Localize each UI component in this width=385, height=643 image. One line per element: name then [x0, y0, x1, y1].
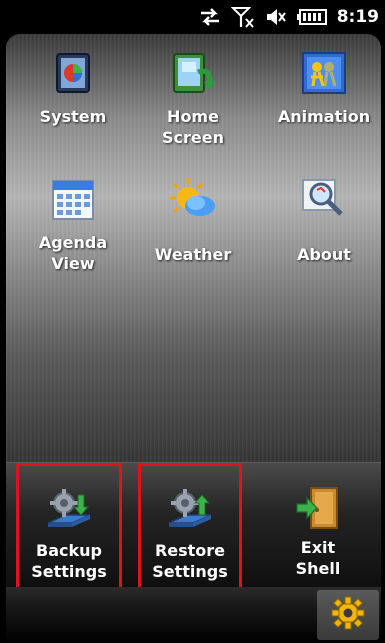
grid-item-animation[interactable]: Animation [264, 48, 381, 127]
grid-item-label: System [39, 107, 107, 126]
bottom-bar [6, 587, 381, 643]
backup-settings-icon [44, 486, 94, 536]
dock-item-label: Exit Shell [295, 538, 341, 578]
about-magnifier-icon [299, 174, 349, 224]
restore-settings-button[interactable]: Restore Settings [138, 463, 242, 591]
grid-item-label: Home Screen [162, 107, 224, 147]
grid-item-agenda-view[interactable]: Agenda View [13, 174, 133, 274]
battery-icon [296, 6, 327, 28]
app-grid-panel: System Home Screen Animation Agenda View… [6, 34, 381, 464]
dock-item-label: Restore Settings [152, 541, 228, 581]
gear-icon [331, 596, 365, 634]
grid-item-label: Animation [277, 107, 371, 126]
clock: 8:19 [336, 7, 379, 27]
weather-icon [168, 174, 218, 224]
exit-door-icon [293, 483, 343, 533]
grid-item-home-screen[interactable]: Home Screen [133, 48, 253, 148]
settings-button[interactable] [317, 590, 379, 640]
exit-shell-button[interactable]: Exit Shell [266, 463, 370, 591]
backup-settings-button[interactable]: Backup Settings [16, 463, 122, 591]
restore-settings-icon [165, 486, 215, 536]
grid-item-system[interactable]: System [13, 48, 133, 127]
grid-item-weather[interactable]: Weather [133, 174, 253, 265]
system-icon [48, 48, 98, 98]
grid-item-label: Agenda View [38, 233, 108, 273]
calendar-icon [48, 174, 98, 224]
data-sync-icon [199, 6, 221, 28]
no-signal-icon [230, 6, 255, 28]
animation-icon [299, 48, 349, 98]
grid-item-about[interactable]: About [264, 174, 381, 265]
grid-item-label: About [297, 245, 351, 264]
volume-off-icon [265, 6, 287, 28]
dock: Backup Settings Restore Settings Exit Sh… [6, 462, 381, 591]
status-bar: 8:19 [0, 0, 385, 34]
dock-item-label: Backup Settings [31, 541, 107, 581]
grid-item-label: Weather [154, 245, 232, 264]
home-screen-icon [168, 48, 218, 98]
